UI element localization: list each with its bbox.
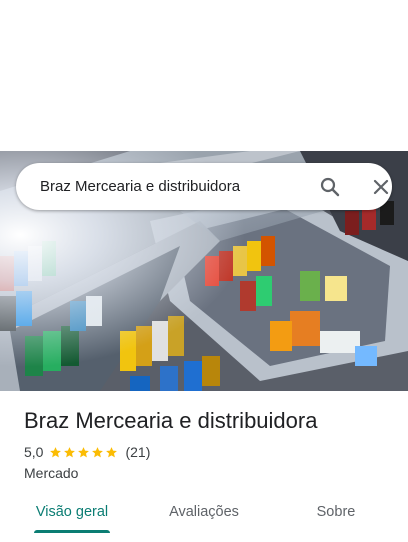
tab-overview[interactable]: Visão geral [24,492,120,534]
tab-about[interactable]: Sobre [296,492,376,534]
search-icon[interactable] [318,175,342,199]
star-icon [92,446,104,457]
rating-row: 5,0 (21) [24,442,150,462]
active-tab-indicator [34,530,110,533]
star-icon [64,446,76,457]
place-tabs: Visão geral Avaliações Sobre [0,492,408,542]
star-icon [78,446,90,457]
star-icon [106,446,118,457]
search-input[interactable]: Braz Mercearia e distribuidora [40,163,240,210]
close-icon[interactable] [369,175,393,199]
map-blank-area [0,0,408,151]
place-title: Braz Mercearia e distribuidora [24,408,318,433]
star-icon [50,446,62,457]
search-bar[interactable]: Braz Mercearia e distribuidora [16,163,392,210]
review-count-link[interactable]: (21) [125,444,150,460]
star-rating [49,446,119,459]
place-category: Mercado [24,465,79,481]
rating-value: 5,0 [24,444,44,460]
tab-reviews[interactable]: Avaliações [150,492,258,534]
